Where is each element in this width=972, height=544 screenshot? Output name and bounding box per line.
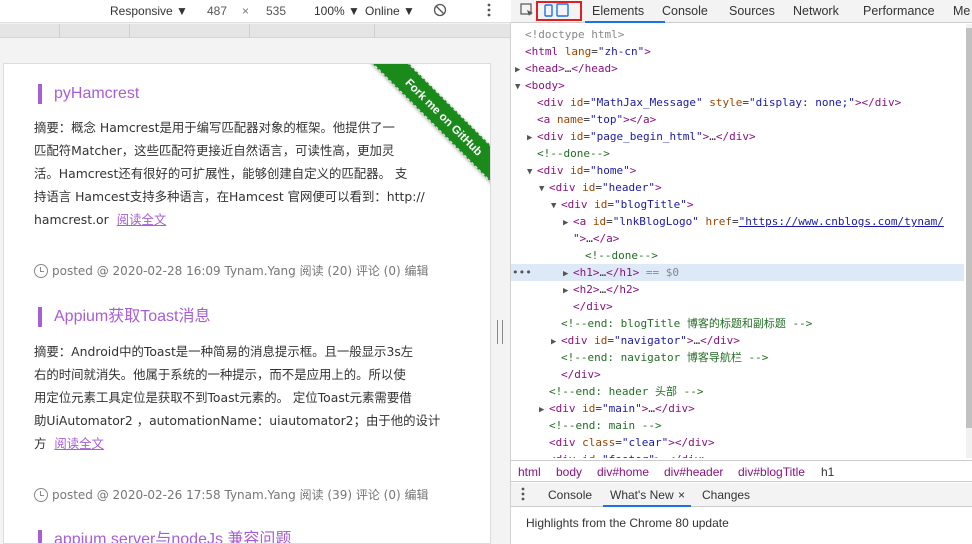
- breadcrumb-item[interactable]: div#header: [664, 465, 723, 479]
- dom-node[interactable]: ">…</a>: [511, 230, 964, 247]
- tab-sources[interactable]: Sources: [729, 4, 775, 18]
- post-meta-text: posted @ 2020-02-26 17:58 Tynam.Yang 阅读 …: [52, 488, 429, 502]
- post-summary-line: 方: [34, 436, 47, 451]
- node-actions-icon[interactable]: •••: [512, 264, 532, 281]
- dom-node[interactable]: ▶<div id="footer">…</div>: [511, 451, 964, 458]
- dom-node[interactable]: ▶ <div id="main">…</div>: [511, 400, 964, 417]
- dimension-separator: ×: [242, 4, 250, 18]
- post-summary-line: 助UiAutomator2 ，automationName：uiautomato…: [34, 413, 441, 428]
- tab-network[interactable]: Network: [793, 4, 839, 18]
- dom-node[interactable]: <!doctype html>: [511, 26, 964, 43]
- dom-node[interactable]: <div class="clear"></div>: [511, 434, 964, 451]
- dom-node[interactable]: <!--end: navigator 博客导航栏 -->: [511, 349, 964, 366]
- active-tab-indicator: [585, 21, 665, 23]
- resize-handle[interactable]: [497, 320, 503, 344]
- throttle-select[interactable]: Online ▼: [365, 4, 415, 18]
- drawer-menu-icon[interactable]: [521, 487, 525, 504]
- device-emulation-pane: Responsive ▼ 487 × 535 100% ▼ Online ▼ F…: [0, 0, 511, 544]
- clock-icon: [34, 263, 48, 278]
- dom-tree-scroll-thumb[interactable]: [966, 28, 972, 428]
- tab-console[interactable]: Console: [662, 4, 708, 18]
- highlight-box: [536, 1, 582, 21]
- breadcrumb-item[interactable]: div#home: [597, 465, 649, 479]
- dom-node-selected[interactable]: ▶ <h1>…</h1> == $0 •••: [511, 264, 964, 281]
- post-summary-last-line: 方阅读全文: [34, 436, 104, 452]
- post-meta: posted @ 2020-02-26 17:58 Tynam.Yang 阅读 …: [34, 486, 428, 503]
- post-title[interactable]: appium server与nodeJs 兼容问题: [38, 530, 291, 543]
- dom-tree[interactable]: <!doctype html> <html lang="zh-cn"> ▶ <head…: [511, 24, 964, 458]
- whats-new-headline: Highlights from the Chrome 80 update: [526, 516, 729, 530]
- read-more-link[interactable]: 阅读全文: [117, 212, 167, 227]
- tab-performance[interactable]: Performance: [863, 4, 935, 18]
- post-summary-line: 活。Hamcrest还有很好的可扩展性，能够创建自定义的匹配器。 支: [34, 166, 408, 181]
- post-summary-last-line: hamcrest.or 阅读全文: [34, 212, 166, 228]
- dom-node[interactable]: <!--end: main -->: [511, 417, 964, 434]
- device-toolbar: Responsive ▼ 487 × 535 100% ▼ Online ▼: [0, 0, 511, 23]
- post-title[interactable]: Appium获取Toast消息: [38, 307, 211, 327]
- post-summary-line: 右的时间就消失。他属于系统的一种提示，而不是应用上的。所以使: [34, 367, 406, 382]
- breadcrumb-item[interactable]: html: [518, 465, 541, 479]
- dom-node[interactable]: <html lang="zh-cn">: [511, 43, 964, 60]
- dom-node[interactable]: ▶ <head>…</head>: [511, 60, 964, 77]
- height-input[interactable]: 535: [266, 4, 286, 18]
- dom-node[interactable]: <!--done-->: [511, 247, 964, 264]
- drawer-tab-console[interactable]: Console: [548, 488, 592, 502]
- media-query-ruler[interactable]: [0, 24, 511, 38]
- dom-node[interactable]: ▼ <div id="blogTitle">: [511, 196, 964, 213]
- dom-node[interactable]: ▶ <div id="navigator">…</div>: [511, 332, 964, 349]
- more-vert-icon[interactable]: [487, 3, 491, 20]
- drawer-content: Highlights from the Chrome 80 update: [511, 508, 972, 544]
- tab-elements[interactable]: Elements: [592, 4, 644, 18]
- post-meta: posted @ 2020-02-28 16:09 Tynam.Yang 阅读 …: [34, 262, 428, 279]
- breadcrumb-item[interactable]: div#blogTitle: [738, 465, 805, 479]
- dom-node[interactable]: ▼ <body>: [511, 77, 964, 94]
- breadcrumb-item[interactable]: body: [556, 465, 582, 479]
- devtools-panel: Elements Console Sources Network Perform…: [511, 0, 972, 544]
- tab-memory[interactable]: Me: [953, 4, 970, 18]
- close-icon[interactable]: ×: [678, 488, 685, 502]
- devtools-tabbar: Elements Console Sources Network Perform…: [511, 0, 972, 23]
- dom-node[interactable]: ▼ <div id="home">: [511, 162, 964, 179]
- post-summary-line: hamcrest.or: [34, 212, 109, 227]
- expand-arrow-icon[interactable]: ▶: [539, 453, 549, 458]
- dom-node[interactable]: <!--done-->: [511, 145, 964, 162]
- active-drawer-tab-indicator: [603, 505, 691, 507]
- zoom-select[interactable]: 100% ▼: [314, 4, 360, 18]
- post-summary-line: 用定位元素工具定位是获取不到Toast元素的。 定位Toast元素需要借: [34, 390, 412, 405]
- dom-node[interactable]: <a name="top"></a>: [511, 111, 964, 128]
- dom-node[interactable]: </div>: [511, 366, 964, 383]
- drawer-tab-whats-new[interactable]: What's New: [610, 488, 674, 502]
- dom-node[interactable]: <!--end: header 头部 -->: [511, 383, 964, 400]
- dom-node[interactable]: </div>: [511, 298, 964, 315]
- dom-node[interactable]: <div id="MathJax_Message" style="display…: [511, 94, 964, 111]
- dom-node[interactable]: ▶ <h2>…</h2>: [511, 281, 964, 298]
- clock-icon: [34, 487, 48, 502]
- post-summary-line: 匹配符Matcher，这些匹配符更接近自然语言，可读性高，更加灵: [34, 143, 395, 158]
- width-input[interactable]: 487: [207, 4, 227, 18]
- inspect-element-icon[interactable]: [520, 3, 534, 20]
- screen: Responsive ▼ 487 × 535 100% ▼ Online ▼ F…: [0, 0, 972, 544]
- drawer-tab-changes[interactable]: Changes: [702, 488, 750, 502]
- post-summary-line: 持语言 Hamcest支持多种语言，在Hamcest 官网便可以看到：http:…: [34, 189, 425, 204]
- dom-node[interactable]: <!--end: blogTitle 博客的标题和副标题 -->: [511, 315, 964, 332]
- dom-node[interactable]: ▶ <a id="lnkBlogLogo" href="https://www.c…: [511, 213, 964, 230]
- drawer-tabbar: Console What's New × Changes: [511, 483, 972, 507]
- read-more-link[interactable]: 阅读全文: [54, 436, 104, 451]
- page-viewport: Fork me on GitHub pyHamcrest 摘要：概念 Hamcr…: [3, 63, 491, 544]
- dom-node[interactable]: ▶ <div id="page_begin_html">…</div>: [511, 128, 964, 145]
- device-preset-select[interactable]: Responsive ▼: [110, 4, 188, 18]
- dom-node[interactable]: ▼ <div id="header">: [511, 179, 964, 196]
- post-summary-line: 摘要：Android中的Toast是一种简易的消息提示框。且一般显示3s左: [34, 344, 414, 359]
- post-summary-line: 摘要：概念 Hamcrest是用于编写匹配器对象的框架。他提供了一: [34, 120, 395, 135]
- breadcrumb: html body div#home div#header div#blogTi…: [511, 460, 972, 482]
- post-meta-text: posted @ 2020-02-28 16:09 Tynam.Yang 阅读 …: [52, 264, 429, 278]
- rotate-icon[interactable]: [433, 3, 447, 20]
- post-title[interactable]: pyHamcrest: [38, 84, 139, 104]
- breadcrumb-item-active[interactable]: h1: [821, 465, 834, 479]
